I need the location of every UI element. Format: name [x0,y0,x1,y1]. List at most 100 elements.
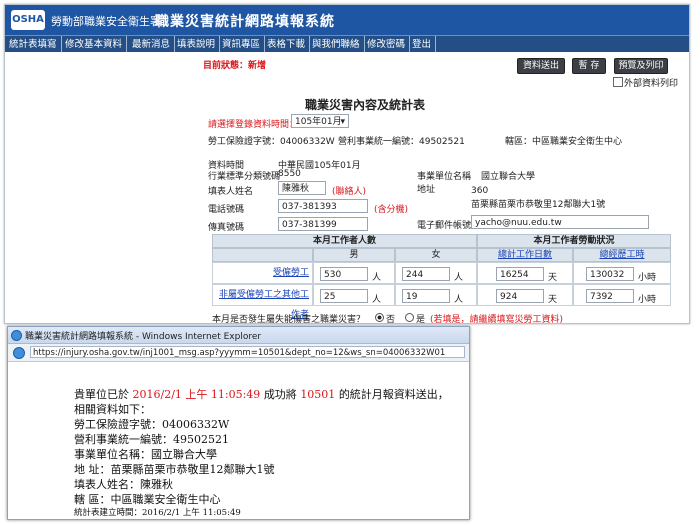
menu-item-change-password[interactable]: 修改密碼 [363,36,411,53]
submit-period: 10501 [300,388,336,401]
industry-code-value: 8550 [278,169,301,179]
radio-yes[interactable] [405,313,414,322]
business-id: 營利事業統一編號：49502521 [338,137,465,147]
address-input[interactable]: https://injury.osha.gov.tw/inj1001_msg.a… [30,346,465,358]
industry-code-label: 行業標準分類號碼 [208,172,281,182]
submit-time: 2016/2/1 上午 11:05:49 [132,388,261,401]
ie-window-title: 職業災害統計網路填報系統 - Windows Internet Explorer [25,332,262,342]
male-other-input[interactable]: 25 [320,289,368,303]
hours-employed-input[interactable]: 130032 [586,267,634,281]
unit-name-label: 事業單位名稱 [417,172,472,182]
address-zip: 360 [471,186,489,196]
filler-name-label: 填表人姓名 [208,187,254,197]
female-employed-input[interactable]: 244 [402,267,450,281]
table-cell: 25 人 [313,284,395,306]
total-work-hours-header[interactable]: 總經歷工時 [573,248,671,262]
total-work-hours-link[interactable]: 總經歷工時 [599,250,644,260]
unit-day: 天 [548,273,558,283]
message-line-1: 貴單位已於 2016/2/1 上午 11:05:49 成功將 10501 的統計… [74,388,449,401]
form-title: 職業災害內容及統計表 [305,98,426,112]
ie-address-bar: https://injury.osha.gov.tw/inj1001_msg.a… [8,344,469,362]
save-draft-button[interactable]: 暫 存 [572,58,606,74]
row-label-header [212,248,313,262]
ie-popup-window: 職業災害統計網路填報系統 - Windows Internet Explorer… [7,326,470,520]
fax-input[interactable]: 037-381399 [278,217,368,231]
filler-name-input[interactable]: 陳雅秋 [278,181,326,195]
menu-item-logout[interactable]: 登出 [408,36,437,53]
unit-person: 人 [454,295,464,305]
menu-item-instructions[interactable]: 填表說明 [173,36,221,53]
male-header: 男 [313,248,395,262]
ie-icon [11,330,22,341]
submit-button[interactable]: 資料送出 [517,58,565,74]
table-cell: 530 人 [313,262,395,284]
unit-hour: 小時 [638,295,657,305]
chevron-down-icon: ▾ [340,117,345,127]
menu-item-downloads[interactable]: 表格下載 [263,36,311,53]
radio-no-label: 否 [386,315,396,325]
osha-logo: OSHA [11,10,45,30]
system-title: 職業災害統計網路填報系統 [155,14,335,30]
menu-item-info-zone[interactable]: 資訊專區 [218,36,266,53]
form-window: OSHA 勞動部職業安全衛生署 職業災害統計網路填報系統 統計表填寫 修改基本資… [4,4,690,325]
table-row-label[interactable]: 受僱勞工 [212,262,313,284]
agency-name: 勞動部職業安全衛生署 [51,15,161,28]
employed-workers-link[interactable]: 受僱勞工 [273,268,309,278]
period-select[interactable]: 105年01月 ▾ [291,114,349,128]
phone-hint: (含分機) [374,205,409,215]
radio-no[interactable] [375,313,384,322]
period-prompt: 請選擇登錄資料時間： [208,120,299,130]
unit-person: 人 [372,273,382,283]
male-employed-input[interactable]: 530 [320,267,368,281]
message-insurance: 勞工保險證字號：04006332W [74,418,230,431]
unit-day: 天 [548,295,558,305]
address-value: 苗栗縣苗栗市恭敬里12鄰聯大1號 [471,200,606,210]
external-print-label: 外部資料列印 [624,79,679,89]
total-work-days-link[interactable]: 總計工作日數 [498,250,552,260]
email-input[interactable]: yacho@nuu.edu.tw [471,215,649,229]
female-other-input[interactable]: 19 [402,289,450,303]
disaster-question: 本月是否發生屬失能傷害之職業災害？ [212,315,366,325]
fax-label: 傳真號碼 [208,223,245,233]
table-cell: 19 人 [395,284,477,306]
phone-input[interactable]: 037-381393 [278,199,368,213]
menu-item-statistics-form[interactable]: 統計表填寫 [5,36,62,53]
unit-person: 人 [454,273,464,283]
district: 轄區：中區職業安全衛生中心 [505,137,623,147]
message-filler: 填表人姓名：陳雅秋 [74,478,173,491]
form-content: 目前狀態：新增 資料送出 暫 存 預覽及列印 外部資料列印 職業災害內容及統計表… [5,52,689,325]
insurance-number: 勞工保險證字號：04006332W [208,137,335,147]
radio-yes-label: 是 [416,315,426,325]
filler-hint: (聯絡人) [332,187,367,197]
header-banner: OSHA 勞動部職業安全衛生署 職業災害統計網路填報系統 [5,5,689,35]
labor-status-header: 本月工作者勞動狀況 [477,234,671,248]
email-label: 電子郵件帳號 [417,221,472,231]
external-print-checkbox[interactable] [613,77,623,87]
preview-print-button[interactable]: 預覽及列印 [614,58,668,74]
total-work-days-header[interactable]: 總計工作日數 [477,248,573,262]
message-created-time: 統計表建立時間：2016/2/1 上午 11:05:49 [74,508,241,518]
menu-item-news[interactable]: 最新消息 [128,36,176,53]
message-business-id: 營利事業統一編號：49502521 [74,433,229,446]
message-unit-name: 事業單位名稱：國立聯合大學 [74,448,217,461]
address-label: 地址 [417,185,436,195]
table-cell: 924 天 [477,284,573,306]
message-address: 地 址：苗栗縣苗栗市恭敬里12鄰聯大1號 [74,463,275,476]
hours-other-input[interactable]: 7392 [586,289,634,303]
days-employed-input[interactable]: 16254 [496,267,544,281]
table-row-label[interactable]: 非屬受僱勞工之其他工作者 [212,284,313,320]
disaster-hint: (若填是，請繼續填寫災勞工資料) [430,315,564,325]
unit-name-value: 國立聯合大學 [481,172,536,182]
status-label: 目前狀態：新增 [203,61,267,71]
table-cell: 16254 天 [477,262,573,284]
message-line-2: 相關資料如下： [74,403,151,416]
phone-label: 電話號碼 [208,205,245,215]
table-cell: 244 人 [395,262,477,284]
days-other-input[interactable]: 924 [496,289,544,303]
menu-item-edit-profile[interactable]: 修改基本資料 [61,36,128,53]
unit-hour: 小時 [638,273,657,283]
menu-item-contact-us[interactable]: 與我們聯絡 [308,36,365,53]
table-cell: 7392 小時 [573,284,671,306]
ie-page-icon [13,347,25,359]
message-district: 轄 區：中區職業安全衛生中心 [74,493,221,506]
